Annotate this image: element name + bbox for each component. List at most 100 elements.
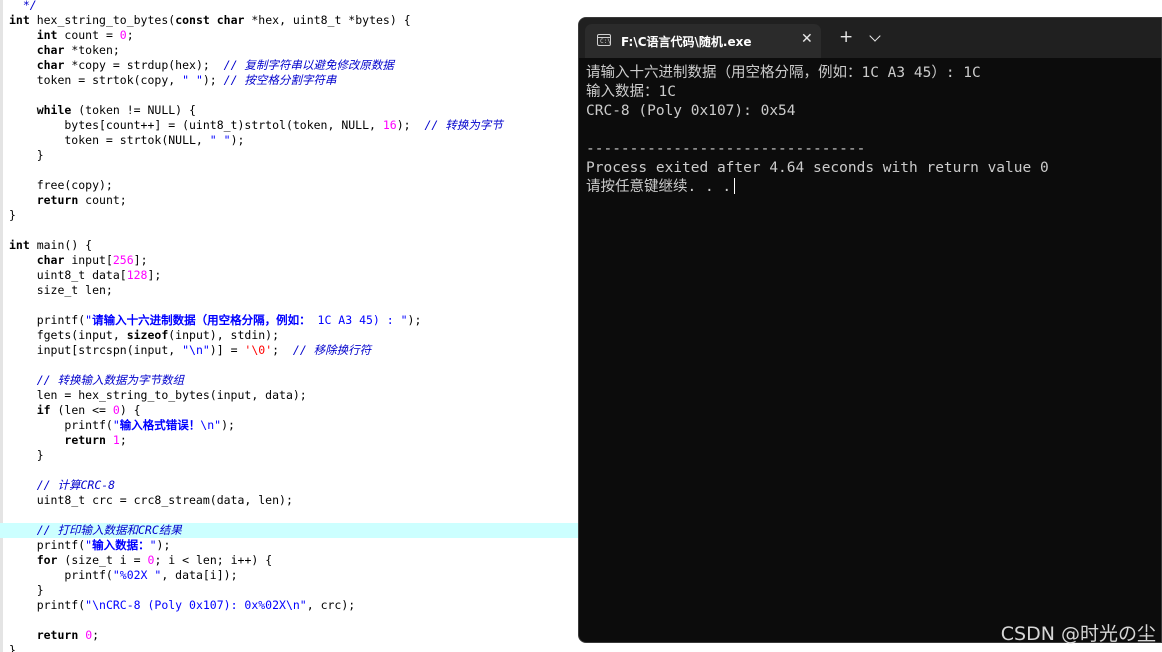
title-bar: C:\ F:\C语言代码\随机.exe ✕ + [579, 18, 1161, 58]
code-token: " " [209, 133, 231, 147]
code-token: ); [396, 118, 425, 132]
code-token: 输入数据： [92, 538, 150, 552]
code-token: char [216, 13, 245, 27]
code-token: ]; [147, 268, 162, 282]
code-token: } [9, 583, 44, 597]
code-token: "\n" [182, 343, 210, 357]
console-line-text: -------------------------------- [586, 141, 866, 157]
code-token: if [36, 403, 51, 417]
console-line-text: 请输入十六进制数据（用空格分隔，例如：1C A3 45）: 1C [586, 65, 981, 81]
code-token: input[strcspn(input, [9, 343, 183, 357]
console-tab[interactable]: C:\ F:\C语言代码\随机.exe ✕ [585, 24, 821, 58]
tab-title: F:\C语言代码\随机.exe [621, 35, 752, 49]
code-token: " " [182, 73, 203, 87]
code-token: "%02X " [112, 568, 162, 582]
console-line-text: Process exited after 4.64 seconds with r… [586, 160, 1049, 176]
code-token: 128 [126, 268, 148, 282]
code-token: // 打印输入数据和CRC结果 [36, 523, 182, 537]
code-token: '\0' [244, 343, 273, 357]
terminal-icon: C:\ [597, 34, 611, 46]
code-token: // 转换输入数据为字节数组 [36, 373, 184, 387]
code-token: " [149, 538, 157, 552]
code-token: } [9, 448, 44, 462]
new-tab-button[interactable]: + [839, 29, 853, 46]
console-line: Process exited after 4.64 seconds with r… [586, 159, 1156, 178]
code-token: printf( [9, 313, 86, 327]
code-token: *hex, uint8_t *bytes) { [244, 13, 411, 27]
code-token: (token != NULL) { [71, 103, 196, 117]
code-token: 请输入十六进制数据（用空格分隔，例如： [92, 313, 311, 327]
console-line-text: 输入数据：1C [586, 84, 676, 100]
code-token: // 计算CRC-8 [36, 478, 116, 492]
text-cursor [734, 178, 736, 194]
code-token: return [36, 193, 79, 207]
code-token: ) { [119, 403, 141, 417]
code-token: 1C A3 45) : " [310, 313, 408, 327]
code-token: } [9, 643, 16, 652]
code-token: 16 [382, 118, 397, 132]
code-token: 1 [112, 433, 120, 447]
console-line: 请按任意键继续. . . [586, 178, 1156, 197]
code-line: // 打印输入数据和CRC结果 [0, 523, 580, 538]
code-token: const [175, 13, 210, 27]
terminal-output[interactable]: 请输入十六进制数据（用空格分隔，例如：1C A3 45）: 1C 输入数据：1C C… [586, 64, 1156, 634]
code-token: ); [407, 313, 422, 327]
close-icon[interactable]: ✕ [801, 31, 813, 47]
code-token: 输入格式错误！ [119, 418, 201, 432]
code-token: } [9, 148, 44, 162]
console-window[interactable]: C:\ F:\C语言代码\随机.exe ✕ + 请输入十六进制数据（用空格分隔，… [578, 17, 1162, 643]
code-token: size_t len; [9, 283, 113, 297]
code-token: ); [221, 418, 235, 432]
code-token: ); [202, 73, 224, 87]
code-token: 256 [112, 253, 134, 267]
console-line-text: CRC-8 (Poly 0x107): 0x54 [586, 103, 796, 119]
console-line: CRC-8 (Poly 0x107): 0x54 [586, 102, 1156, 121]
code-token: fgets(input, [9, 328, 127, 342]
code-token: hex_string_to_bytes( [29, 13, 176, 27]
code-token: uint8_t crc = crc8_stream(data, len); [9, 493, 293, 507]
code-token: (input), stdin); [168, 328, 280, 342]
code-token: char [36, 58, 65, 72]
code-token: sizeof [126, 328, 169, 342]
code-token: "\nCRC-8 (Poly 0x107): 0x%02X\n" [85, 598, 307, 612]
console-line: -------------------------------- [586, 140, 1156, 159]
code-token: token = strtok(NULL, [9, 133, 210, 147]
code-token: *token; [64, 43, 120, 57]
code-token: printf( [9, 568, 113, 582]
code-token: ]; [133, 253, 148, 267]
code-token: // 按空格分割字符串 [223, 73, 337, 87]
terminal-icon-text: C:\ [600, 38, 611, 45]
code-line: */ [0, 0, 1160, 13]
code-token: 0 [119, 28, 127, 42]
code-token: count; [78, 193, 127, 207]
code-token: ); [230, 133, 245, 147]
chevron-down-icon[interactable] [869, 30, 881, 42]
console-line-text: 请按任意键继续. . . [586, 179, 732, 195]
code-token: */ [9, 0, 37, 12]
code-token: ; [272, 343, 293, 357]
code-token: printf( [9, 418, 113, 432]
code-token: int [9, 13, 30, 27]
code-token: char [36, 43, 65, 57]
code-token: count = [57, 28, 120, 42]
code-token: while [36, 103, 72, 117]
code-token: input[ [64, 253, 113, 267]
code-token: (len <= [50, 403, 113, 417]
code-token: bytes[count++] = (uint8_t)strtol(token, … [9, 118, 383, 132]
code-token: main() { [29, 238, 93, 252]
console-line: 请输入十六进制数据（用空格分隔，例如：1C A3 45）: 1C [586, 64, 1156, 83]
code-line: } [0, 643, 1160, 652]
